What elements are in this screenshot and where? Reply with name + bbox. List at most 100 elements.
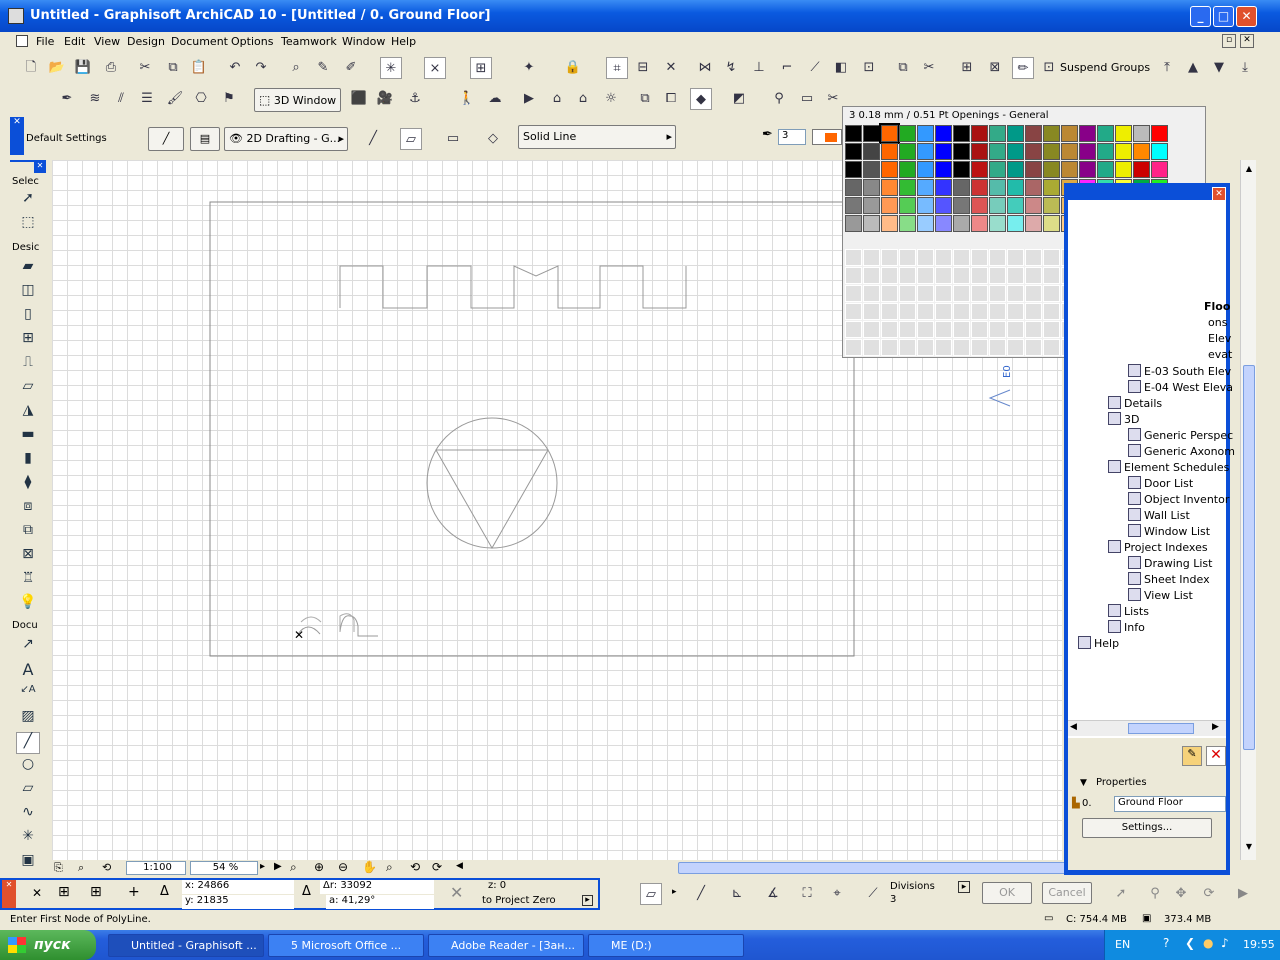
new-icon[interactable]: 🗋 xyxy=(20,57,42,79)
camera-icon[interactable]: 🎥 xyxy=(374,88,396,110)
navigator-item[interactable]: Generic Perspec xyxy=(1128,428,1233,442)
sun-icon[interactable]: ☼ xyxy=(600,88,622,110)
color-swatch[interactable] xyxy=(1133,143,1150,160)
color-swatch[interactable] xyxy=(953,179,970,196)
color-swatch[interactable] xyxy=(899,215,916,232)
navigator-item[interactable]: Object Inventor xyxy=(1128,492,1229,506)
navigator-item[interactable]: Door List xyxy=(1128,476,1193,490)
new-folder-icon[interactable]: ✎ xyxy=(1182,746,1202,766)
empty-swatch[interactable] xyxy=(845,285,862,302)
empty-swatch[interactable] xyxy=(1025,285,1042,302)
nav-scroll-left-icon[interactable]: ◀ xyxy=(1070,722,1077,732)
rectangle-icon[interactable]: ▭ xyxy=(442,128,464,150)
forward-icon[interactable]: ▶ xyxy=(1232,883,1254,905)
previous-zoom-icon[interactable]: ⟲ xyxy=(410,860,420,874)
walk-icon[interactable]: 🚶 xyxy=(456,88,478,110)
navigator-item[interactable]: Element Schedules xyxy=(1108,460,1229,474)
color-swatch[interactable] xyxy=(863,215,880,232)
layer-icon[interactable]: ▤ xyxy=(190,127,220,151)
delete-icon[interactable]: ✕ xyxy=(1206,746,1226,766)
single-line-icon[interactable]: ╱ xyxy=(362,128,384,150)
navigator-item[interactable]: Help xyxy=(1078,636,1119,650)
empty-swatch[interactable] xyxy=(899,285,916,302)
empty-swatch[interactable] xyxy=(845,267,862,284)
empty-swatch[interactable] xyxy=(881,303,898,320)
empty-swatch[interactable] xyxy=(1043,267,1060,284)
menu-window[interactable]: Window xyxy=(342,35,385,48)
trim-icon[interactable]: ✂ xyxy=(822,88,844,110)
menu-teamwork[interactable]: Teamwork xyxy=(281,35,337,48)
empty-swatch[interactable] xyxy=(899,267,916,284)
color-swatch[interactable] xyxy=(917,143,934,160)
empty-swatch[interactable] xyxy=(845,339,862,356)
minimize-button[interactable]: _ xyxy=(1190,6,1211,27)
empty-swatch[interactable] xyxy=(917,285,934,302)
pen-icon[interactable]: ✒ xyxy=(56,88,78,110)
color-swatch[interactable] xyxy=(953,197,970,214)
color-swatch[interactable] xyxy=(989,125,1006,142)
tray-volume-icon[interactable]: ♪ xyxy=(1221,936,1229,950)
empty-swatch[interactable] xyxy=(863,339,880,356)
line-tool-icon[interactable]: ╱ xyxy=(16,732,40,754)
cursor-snap-icon[interactable]: ➚ xyxy=(1110,883,1132,905)
suspend-groups-toggle-icon[interactable]: ✏ xyxy=(1012,57,1034,79)
zone-icon[interactable]: ⚑ xyxy=(218,88,240,110)
empty-swatch[interactable] xyxy=(935,267,952,284)
copy-icon[interactable]: ⧉ xyxy=(162,57,184,79)
empty-swatch[interactable] xyxy=(935,339,952,356)
color-swatch[interactable] xyxy=(1007,143,1024,160)
elevate-icon[interactable]: ⊥ xyxy=(748,57,770,79)
color-swatch[interactable] xyxy=(917,197,934,214)
tray-antivirus-icon[interactable]: ● xyxy=(1203,936,1213,950)
color-swatch[interactable] xyxy=(881,143,898,160)
color-swatch[interactable] xyxy=(1115,125,1132,142)
nav-scroll-right-icon[interactable]: ▶ xyxy=(1212,722,1219,732)
color-swatch[interactable] xyxy=(1151,143,1168,160)
navigator-item[interactable]: Generic Axonom xyxy=(1128,444,1235,458)
grid-snap-b-icon[interactable]: ⊞ xyxy=(90,884,102,900)
color-swatch[interactable] xyxy=(1025,179,1042,196)
navigator-item[interactable]: ons xyxy=(1208,316,1227,329)
next-zoom-icon[interactable]: ⟳ xyxy=(432,860,442,874)
empty-swatch[interactable] xyxy=(899,321,916,338)
color-swatch[interactable] xyxy=(1061,143,1078,160)
empty-swatch[interactable] xyxy=(1007,249,1024,266)
angle-field[interactable]: a: 41,29° xyxy=(326,895,434,909)
origin-icon[interactable]: + xyxy=(128,884,140,900)
line-type-icon[interactable]: ⫽ xyxy=(110,88,132,110)
empty-swatch[interactable] xyxy=(971,339,988,356)
special-snap-icon[interactable]: ⌖ xyxy=(826,883,848,905)
polyline-mode-icon[interactable]: ▱ xyxy=(640,883,662,905)
line-segment-icon[interactable]: ╱ xyxy=(690,883,712,905)
move-icon[interactable]: ✥ xyxy=(1170,883,1192,905)
color-swatch[interactable] xyxy=(935,161,952,178)
color-swatch[interactable] xyxy=(953,125,970,142)
group-icon[interactable]: ⧉ xyxy=(892,57,914,79)
text-tool-icon[interactable]: A xyxy=(16,660,40,682)
open-icon[interactable]: 📂 xyxy=(46,57,68,79)
navigator-item[interactable]: Wall List xyxy=(1128,508,1190,522)
color-swatch[interactable] xyxy=(845,197,862,214)
send-backward-icon[interactable]: ▼ xyxy=(1208,57,1230,79)
axes-icon[interactable]: ⚓ xyxy=(404,88,426,110)
guide-lines-icon[interactable]: ✳ xyxy=(380,57,402,79)
navigator-item[interactable]: Floo xyxy=(1204,300,1230,313)
empty-swatch[interactable] xyxy=(1007,321,1024,338)
measure-icon[interactable]: ⊟ xyxy=(632,57,654,79)
task-adobe[interactable]: Adobe Reader - [Зан... xyxy=(428,934,584,957)
3d-window-button[interactable]: ⬚ 3D Window xyxy=(254,88,342,112)
find-select-icon[interactable]: ⌕ xyxy=(285,57,307,79)
divisions-value[interactable]: 3 xyxy=(890,894,896,905)
empty-swatch[interactable] xyxy=(1025,339,1042,356)
group-a-icon[interactable]: ⊞ xyxy=(956,57,978,79)
zoom-in-icon[interactable]: ⊕ xyxy=(314,860,324,874)
gravity-icon[interactable]: ⨯ xyxy=(424,57,446,79)
empty-swatch[interactable] xyxy=(863,303,880,320)
adjust-icon[interactable]: ↯ xyxy=(720,57,742,79)
scroll-up-icon[interactable]: ▲ xyxy=(1242,164,1256,178)
empty-swatch[interactable] xyxy=(953,303,970,320)
y-coordinate[interactable]: y: 21835 xyxy=(182,895,294,909)
navigator-item[interactable]: View List xyxy=(1128,588,1193,602)
task-office[interactable]: 5 Microsoft Office ... xyxy=(268,934,424,957)
ungroup-icon[interactable]: ✂ xyxy=(918,57,940,79)
